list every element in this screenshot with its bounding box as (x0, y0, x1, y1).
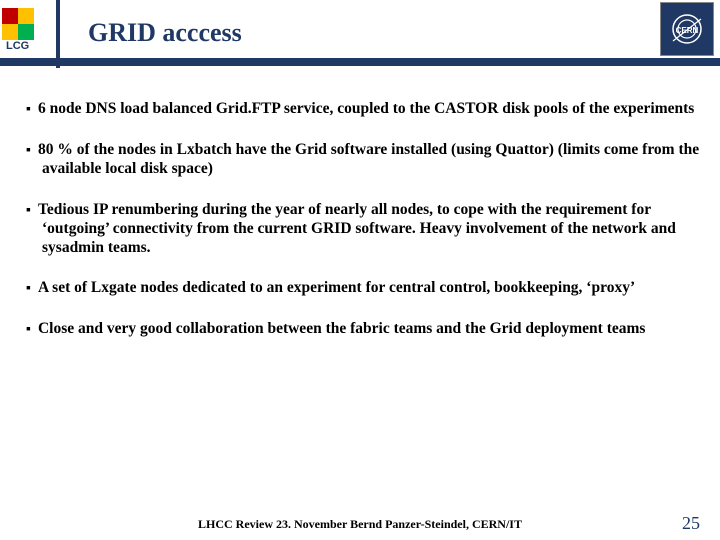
horizontal-divider (0, 58, 720, 66)
bullet-item: A set of Lxgate nodes dedicated to an ex… (26, 279, 712, 298)
page-number: 25 (682, 513, 700, 534)
lcg-logo-icon (2, 8, 52, 40)
bullet-item: 80 % of the nodes in Lxbatch have the Gr… (26, 141, 712, 179)
bullet-item: Close and very good collaboration betwee… (26, 320, 712, 339)
footer-text: LHCC Review 23. November Bernd Panzer-St… (0, 517, 720, 532)
header: LCG GRID acccess CERN (0, 0, 720, 64)
svg-text:CERN: CERN (676, 26, 699, 35)
page-title: GRID acccess (88, 18, 242, 48)
lcg-logo-text: LCG (6, 40, 29, 52)
bullet-item: Tedious IP renumbering during the year o… (26, 201, 712, 258)
cern-logo-icon: CERN (660, 2, 714, 56)
bullet-item: 6 node DNS load balanced Grid.FTP servic… (26, 100, 712, 119)
slide-content: 6 node DNS load balanced Grid.FTP servic… (26, 100, 712, 361)
